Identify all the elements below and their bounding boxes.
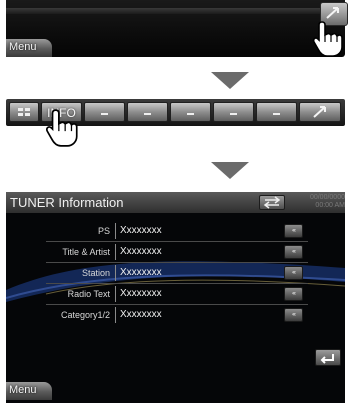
clock-time: 00:00 AM: [315, 202, 345, 209]
row-label: Title & Artist: [62, 247, 110, 257]
dash-icon: [144, 112, 151, 115]
row-value: Xxxxxxxx: [115, 286, 280, 302]
row-value: Xxxxxxxx: [115, 307, 280, 323]
return-button[interactable]: [315, 349, 341, 366]
top-bar: [6, 8, 345, 14]
swap-arrows-icon: [263, 196, 281, 209]
row-label: Category1/2: [60, 310, 110, 320]
scroll-button[interactable]: ‹‹‹: [284, 287, 303, 301]
row-value: Xxxxxxxx: [115, 265, 280, 281]
function-button-2[interactable]: [127, 102, 168, 122]
scroll-button[interactable]: ‹‹‹: [284, 308, 303, 322]
dash-icon: [101, 112, 108, 115]
dash-icon: [273, 112, 280, 115]
page-title: TUNER Information: [10, 195, 124, 210]
function-button-5[interactable]: [256, 102, 297, 122]
clock-display: 00/00/0000 00:00 AM: [310, 194, 345, 210]
shrink-arrow-icon: [313, 106, 326, 118]
row-label: Radio Text: [67, 289, 110, 299]
grid-button[interactable]: [9, 102, 39, 122]
down-arrow-indicator: [211, 162, 249, 179]
row-divider: [46, 304, 308, 305]
row-divider: [46, 262, 308, 263]
pointing-hand-icon: [312, 21, 343, 57]
row-value: Xxxxxxxx: [115, 244, 280, 260]
function-button-1[interactable]: [84, 102, 125, 122]
row-value: Xxxxxxxx: [115, 223, 280, 239]
shrink-button[interactable]: [299, 102, 341, 122]
row-divider: [46, 283, 308, 284]
menu-grid-icon: [18, 108, 30, 116]
clock-date: 00/00/0000: [309, 194, 345, 201]
display-switch-button[interactable]: [259, 195, 285, 210]
menu-button[interactable]: Menu: [6, 382, 52, 400]
header-bar: TUNER Information 00/00/0000 00:00 AM: [6, 192, 345, 213]
screen-top-panel: [6, 0, 348, 57]
row-label: PS: [97, 226, 110, 236]
scroll-button[interactable]: ‹‹‹: [284, 245, 303, 259]
dash-icon: [187, 112, 194, 115]
row-label: Station: [81, 268, 110, 278]
dash-icon: [230, 112, 237, 115]
down-arrow-indicator: [211, 72, 249, 89]
scroll-button[interactable]: ‹‹‹: [284, 266, 303, 280]
tuner-information-screen: TUNER Information 00/00/0000 00:00 AM PS…: [6, 192, 345, 403]
function-button-3[interactable]: [170, 102, 211, 122]
function-button-4[interactable]: [213, 102, 254, 122]
scroll-button[interactable]: ‹‹‹: [284, 224, 303, 238]
menu-button[interactable]: Menu: [6, 39, 52, 57]
row-divider: [46, 241, 308, 242]
return-arrow-icon: [320, 354, 334, 364]
pointing-hand-icon: [46, 109, 78, 147]
